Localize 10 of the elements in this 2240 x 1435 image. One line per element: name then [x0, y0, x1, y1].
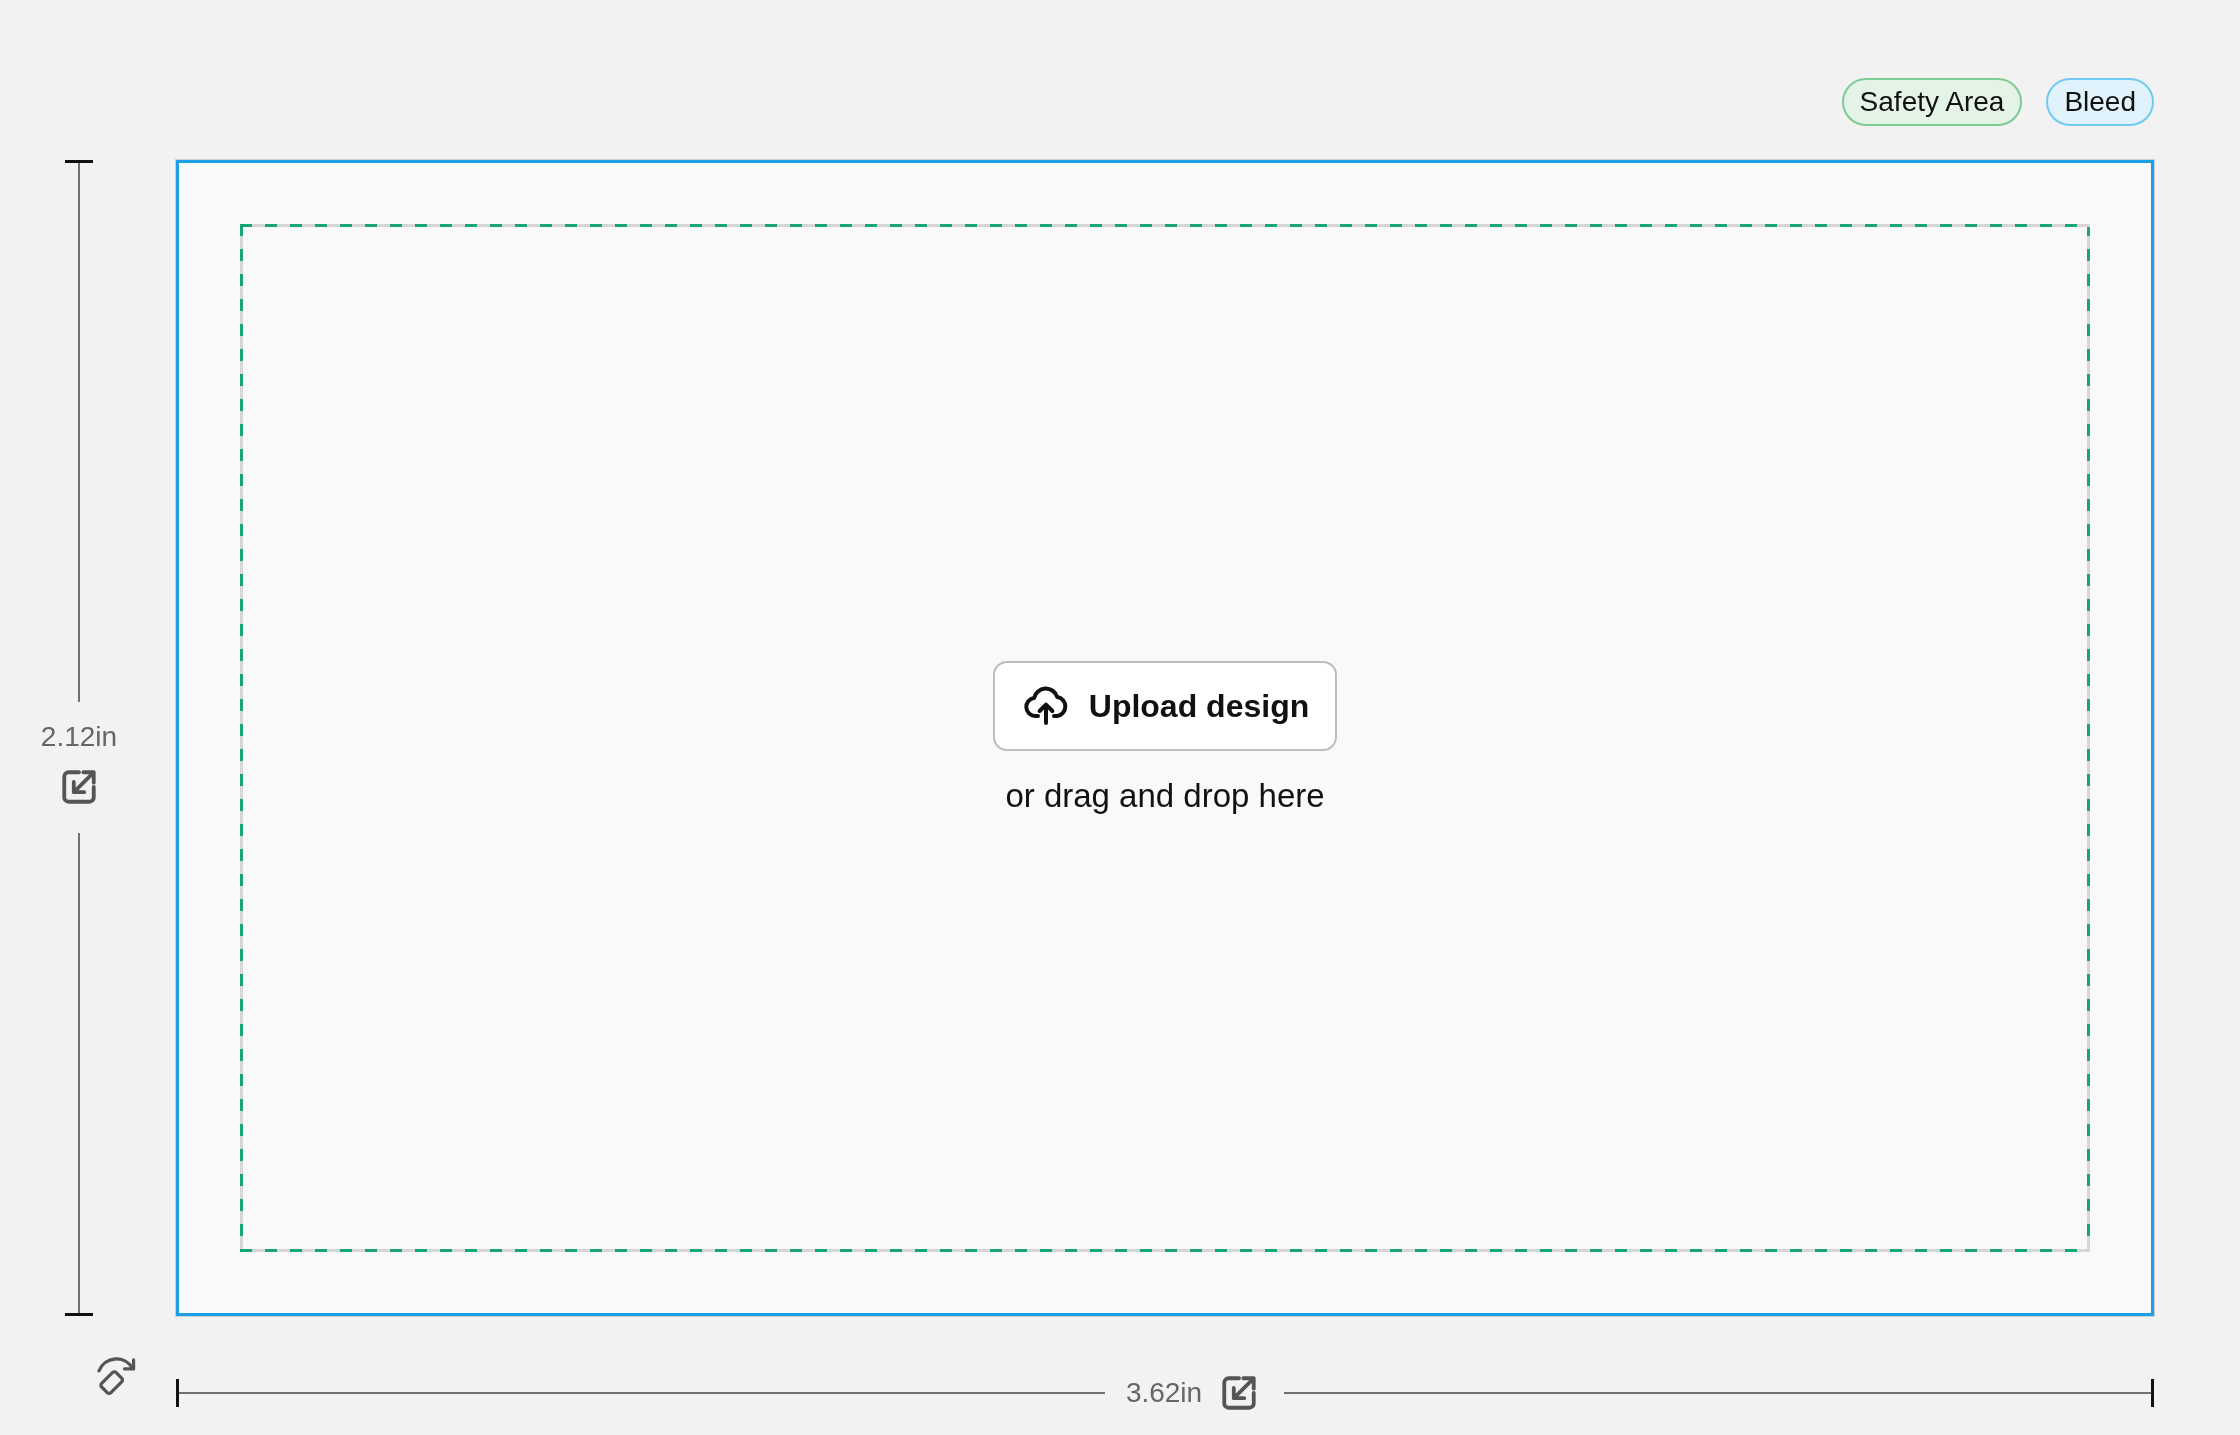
rotate-icon[interactable] [96, 1357, 136, 1397]
legend-tag: Bleed [2046, 78, 2154, 126]
height-label: 2.12in [40, 720, 118, 753]
legend-tag: Safety Area [1841, 78, 2023, 126]
width-label: 3.62in [1125, 1377, 1203, 1409]
upload-button[interactable]: Upload design [992, 660, 1338, 751]
cloud-upload-icon [1022, 685, 1069, 726]
resize-icon[interactable] [1222, 1376, 1257, 1410]
resize-icon[interactable] [62, 769, 96, 804]
drag-drop-hint: or drag and drop here [1005, 775, 1325, 816]
